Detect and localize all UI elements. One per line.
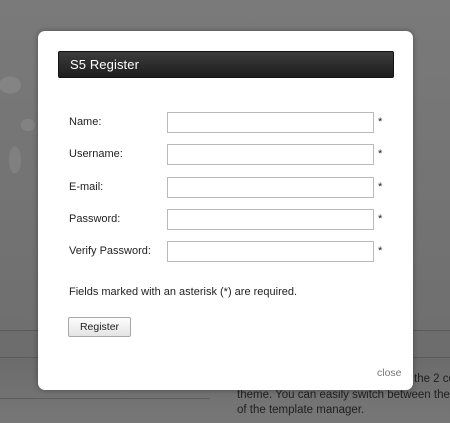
username-row: Username: * <box>69 144 389 166</box>
register-button[interactable]: Register <box>68 317 131 337</box>
required-asterisk: * <box>378 116 383 128</box>
name-row: Name: * <box>69 112 389 134</box>
email-label: E-mail: <box>69 181 104 193</box>
required-asterisk: * <box>378 245 383 257</box>
verify-password-input[interactable] <box>167 241 374 262</box>
email-row: E-mail: * <box>69 177 389 199</box>
background-text-line: of the template manager. <box>237 404 365 416</box>
name-input[interactable] <box>167 112 374 133</box>
email-input[interactable] <box>167 177 374 198</box>
background-divider <box>0 398 210 399</box>
password-row: Password: * <box>69 209 389 231</box>
password-label: Password: <box>69 213 121 225</box>
modal-title: S5 Register <box>70 57 140 72</box>
verify-password-row: Verify Password: * <box>69 241 389 263</box>
name-label: Name: <box>69 116 102 128</box>
verify-password-label: Verify Password: <box>69 245 151 257</box>
close-link[interactable]: close <box>377 367 402 379</box>
required-asterisk: * <box>378 148 383 160</box>
username-label: Username: <box>69 148 123 160</box>
password-input[interactable] <box>167 209 374 230</box>
required-asterisk: * <box>378 181 383 193</box>
modal-header: S5 Register <box>58 51 394 78</box>
required-fields-note: Fields marked with an asterisk (*) are r… <box>69 286 298 298</box>
register-modal: S5 Register Name: * Username: * E-mail: … <box>38 31 413 390</box>
username-input[interactable] <box>167 144 374 165</box>
required-asterisk: * <box>378 213 383 225</box>
